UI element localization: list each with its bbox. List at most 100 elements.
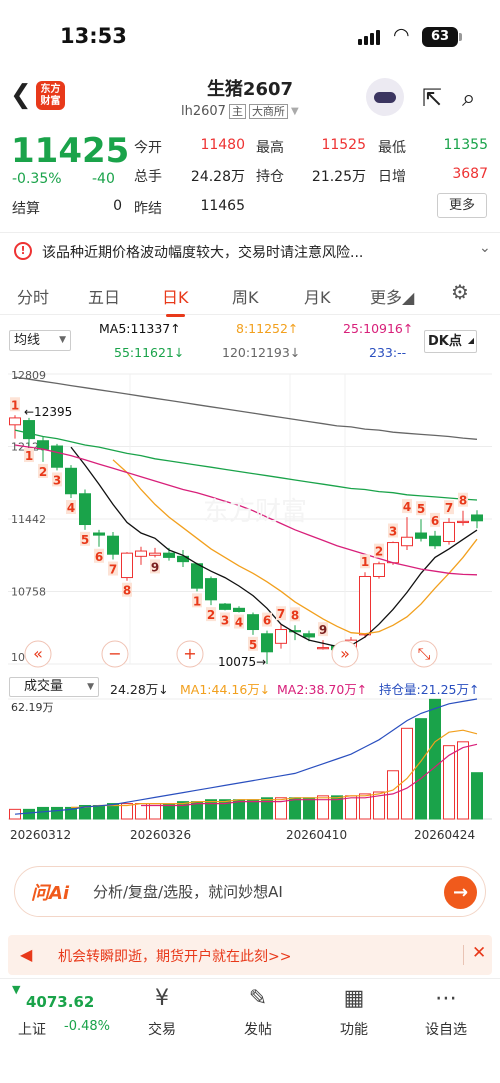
- ma8-value: 8:11252↑: [236, 321, 299, 336]
- candle: [233, 607, 245, 612]
- tab-1[interactable]: 五日: [88, 284, 120, 308]
- nav-label: 功能: [340, 1022, 368, 1038]
- volume-bar: [93, 804, 105, 820]
- index-change: -0.48%: [64, 1019, 110, 1034]
- td-mark: 5: [81, 533, 89, 547]
- candle: [261, 633, 273, 653]
- volume-bar: [23, 808, 35, 820]
- volume-bar: [205, 799, 217, 820]
- nav-yen[interactable]: ¥ 交易: [127, 985, 197, 1039]
- expand-icon-glyph: ⤡: [418, 644, 431, 663]
- quote-value: 11525: [321, 137, 366, 153]
- date-label: 20260410: [286, 828, 347, 842]
- ma55-value: 55:11621↓: [114, 345, 185, 360]
- high-annotation: ←12395: [24, 405, 72, 419]
- tab-4[interactable]: 月K: [304, 284, 331, 308]
- volume-bar: [303, 797, 315, 820]
- ma233-value: 233:--: [369, 345, 407, 360]
- edit-icon: ✎: [248, 986, 268, 1011]
- candle: [247, 614, 259, 631]
- volume-indicator-select[interactable]: 成交量 ▼: [9, 677, 99, 697]
- candle: [415, 532, 427, 539]
- candle: [401, 536, 413, 547]
- candle: [37, 440, 49, 450]
- nav-more[interactable]: ⋯ 设自选: [411, 985, 481, 1039]
- tab-2[interactable]: 日K: [162, 284, 189, 317]
- ma5-value: MA5:11337↑: [99, 321, 181, 336]
- volume-bar: [415, 718, 427, 820]
- candle: [9, 417, 21, 426]
- search-icon[interactable]: ⌕: [462, 84, 475, 112]
- more-icon: ⋯: [435, 986, 457, 1011]
- candle: [387, 542, 399, 564]
- nav-label: 设自选: [425, 1022, 467, 1038]
- ai-avatar-icon[interactable]: [366, 78, 404, 116]
- share-icon[interactable]: ⇱: [422, 84, 442, 112]
- divider: [463, 945, 464, 965]
- chevron-down-icon: ▼: [290, 106, 299, 117]
- nav-edit[interactable]: ✎ 发帖: [223, 985, 293, 1039]
- quote-label: 日增: [378, 169, 406, 185]
- settings-icon[interactable]: ⚙: [451, 280, 469, 304]
- nav-label: 发帖: [244, 1022, 272, 1038]
- warning-text: 该品种近期价格波动幅度较大，交易时请注意风险...: [42, 245, 364, 261]
- price-axis-label: 10758: [11, 586, 46, 599]
- volume-bar: [457, 741, 469, 820]
- quote-label: 最低: [378, 140, 406, 156]
- quote-label: 结算: [12, 201, 40, 217]
- quote-label: 今开: [134, 140, 162, 156]
- indicator-select[interactable]: 均线 ▼: [9, 330, 71, 351]
- volume-value: 24.28万↓: [110, 682, 169, 697]
- volume-chart[interactable]: 62.19万 20260312 20260326 20260410 20260424: [0, 697, 500, 847]
- volume-bar: [37, 806, 49, 820]
- status-bar: 13:53 ◠ 63: [0, 0, 500, 70]
- candle: [429, 535, 441, 547]
- td-mark: 2: [207, 608, 215, 622]
- quote-value: 21.25万: [311, 169, 366, 185]
- promo-banner[interactable]: ◀ 机会转瞬即逝，期货开户就在此刻>> ✕: [8, 935, 492, 975]
- candle: [191, 563, 203, 589]
- tab-3[interactable]: 周K: [232, 284, 259, 308]
- ai-search-box[interactable]: 问Ai 分析/复盘/选股，就问妙想AI →: [14, 866, 486, 917]
- td-mark: 8: [123, 584, 131, 598]
- td-mark: 4: [235, 616, 243, 630]
- index-name: 上证: [18, 1022, 46, 1038]
- date-label: 20260326: [130, 828, 191, 842]
- warning-icon: !: [14, 242, 32, 260]
- header: ❮ 东方财富 生猪2607 lh2607 主 大商所 ▼ ⇱ ⌕: [0, 70, 500, 122]
- tab-0[interactable]: 分时: [17, 284, 49, 308]
- td-mark: 9: [151, 560, 159, 574]
- candle: [121, 552, 133, 579]
- date-label: 20260424: [414, 828, 475, 842]
- bottom-nav: ▼ 4073.62 上证 -0.48% ¥ 交易 ✎ 发帖 ▦ 功能 ⋯ 设自选: [0, 978, 500, 1083]
- candle: [275, 629, 287, 644]
- contract-subtitle[interactable]: lh2607 主 大商所 ▼: [181, 104, 299, 119]
- tab-5[interactable]: 更多◢: [370, 284, 414, 308]
- volume-bar: [345, 795, 357, 820]
- risk-warning[interactable]: ! 该品种近期价格波动幅度较大，交易时请注意风险... ⌄: [0, 232, 500, 268]
- caret-down-icon: ▼: [87, 682, 94, 692]
- price-axis-label: 12809: [11, 369, 46, 382]
- arrow-right-icon[interactable]: →: [444, 876, 477, 909]
- candle: [457, 520, 469, 524]
- quote-value: 11465: [200, 198, 245, 214]
- down-arrow-icon: ▼: [12, 983, 21, 996]
- candlestick-chart[interactable]: 1280912126114421075810075112345678912345…: [0, 362, 500, 674]
- volume-bar: [261, 797, 273, 820]
- td-mark: 6: [95, 550, 103, 564]
- nav-grid[interactable]: ▦ 功能: [319, 985, 389, 1039]
- candle: [23, 420, 35, 440]
- quote-value: 0: [113, 198, 122, 214]
- td-mark: 6: [431, 514, 439, 528]
- more-button[interactable]: 更多: [437, 193, 487, 218]
- quote-label: 昨结: [134, 201, 162, 217]
- date-label: 20260312: [10, 828, 71, 842]
- pan-left-icon-glyph: «: [33, 644, 43, 663]
- candle: [107, 535, 119, 555]
- close-icon[interactable]: ✕: [472, 943, 486, 963]
- chevron-down-icon[interactable]: ⌄: [479, 240, 491, 256]
- battery-icon: 63: [422, 27, 462, 47]
- index-value[interactable]: 4073.62: [26, 993, 94, 1011]
- price-axis-label: 11442: [11, 513, 46, 526]
- dk-point-button[interactable]: DK点 ◢: [424, 330, 477, 353]
